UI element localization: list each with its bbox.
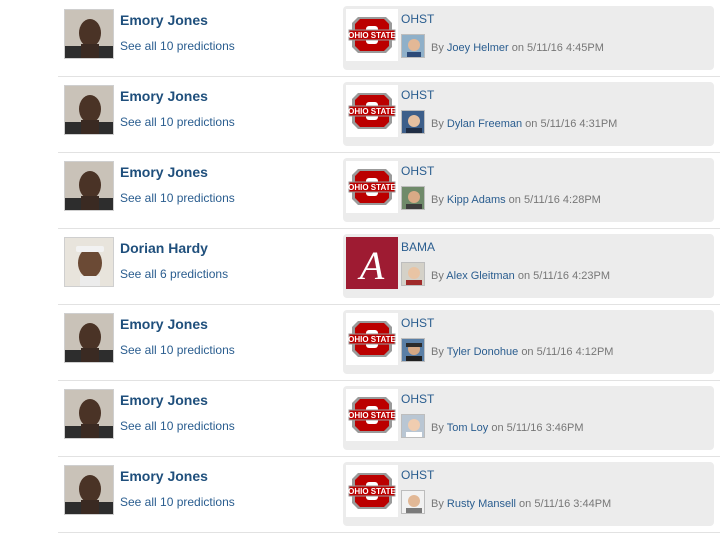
author-avatar[interactable]	[401, 186, 425, 210]
ohio-state-logo[interactable]: OHIO STATE	[346, 9, 398, 61]
timestamp: 5/11/16 3:46PM	[506, 422, 584, 434]
player-name[interactable]: Emory Jones	[120, 316, 208, 332]
prediction-card: OHIO STATE OHST By Kipp Adams on 5/11/16…	[343, 158, 714, 222]
see-all-predictions-link[interactable]: See all 6 predictions	[120, 267, 228, 281]
player-avatar[interactable]	[64, 237, 114, 287]
author-name[interactable]: Dylan Freeman	[447, 118, 522, 130]
author-avatar[interactable]	[401, 110, 425, 134]
player-avatar[interactable]	[64, 9, 114, 59]
ohio-state-logo[interactable]: OHIO STATE	[346, 85, 398, 137]
player-avatar[interactable]	[64, 389, 114, 439]
player-name[interactable]: Emory Jones	[120, 88, 208, 104]
prediction-row: Emory Jones See all 10 predictions OHIO …	[58, 456, 720, 533]
player-avatar[interactable]	[64, 465, 114, 515]
logo-text: OHIO STATE	[348, 31, 396, 40]
team-code[interactable]: OHST	[401, 12, 434, 26]
logo-text: OHIO STATE	[348, 183, 396, 192]
logo-text: OHIO STATE	[348, 107, 396, 116]
prediction-card: OHIO STATE OHST By Dylan Freeman on 5/11…	[343, 82, 714, 146]
see-all-predictions-link[interactable]: See all 10 predictions	[120, 39, 235, 53]
prediction-card: OHIO STATE OHST By Tyler Donohue on 5/11…	[343, 310, 714, 374]
prediction-card: OHIO STATE OHST By Joey Helmer on 5/11/1…	[343, 6, 714, 70]
player-name[interactable]: Dorian Hardy	[120, 240, 208, 256]
timestamp: 5/11/16 4:28PM	[523, 194, 601, 206]
author-avatar[interactable]	[401, 490, 425, 514]
ohio-state-logo[interactable]: OHIO STATE	[346, 313, 398, 365]
prediction-row: Emory Jones See all 10 predictions OHIO …	[58, 304, 720, 381]
logo-text: OHIO STATE	[348, 411, 396, 420]
logo-letter: A	[357, 243, 385, 288]
player-avatar[interactable]	[64, 85, 114, 135]
see-all-predictions-link[interactable]: See all 10 predictions	[120, 419, 235, 433]
byline: By Kipp Adams on 5/11/16 4:28PM	[431, 194, 601, 206]
author-avatar[interactable]	[401, 338, 425, 362]
see-all-predictions-link[interactable]: See all 10 predictions	[120, 191, 235, 205]
author-name[interactable]: Alex Gleitman	[446, 270, 514, 282]
prediction-card: OHIO STATE OHST By Rusty Mansell on 5/11…	[343, 462, 714, 526]
player-name[interactable]: Emory Jones	[120, 164, 208, 180]
author-name[interactable]: Tyler Donohue	[447, 346, 519, 358]
byline: By Dylan Freeman on 5/11/16 4:31PM	[431, 118, 618, 130]
ohio-state-logo[interactable]: OHIO STATE	[346, 465, 398, 517]
prediction-row: Emory Jones See all 10 predictions OHIO …	[58, 380, 720, 457]
timestamp: 5/11/16 4:12PM	[536, 346, 614, 358]
timestamp: 5/11/16 3:44PM	[534, 498, 612, 510]
alabama-logo[interactable]: A	[346, 237, 398, 289]
player-avatar[interactable]	[64, 313, 114, 363]
ohio-state-logo[interactable]: OHIO STATE	[346, 161, 398, 213]
prediction-card: OHIO STATE OHST By Tom Loy on 5/11/16 3:…	[343, 386, 714, 450]
timestamp: 5/11/16 4:45PM	[527, 42, 604, 54]
player-name[interactable]: Emory Jones	[120, 12, 208, 28]
author-name[interactable]: Kipp Adams	[447, 194, 506, 206]
see-all-predictions-link[interactable]: See all 10 predictions	[120, 343, 235, 357]
author-name[interactable]: Rusty Mansell	[447, 498, 516, 510]
player-avatar[interactable]	[64, 161, 114, 211]
prediction-card: A BAMA By Alex Gleitman on 5/11/16 4:23P…	[343, 234, 714, 298]
player-name[interactable]: Emory Jones	[120, 392, 208, 408]
ohio-state-logo[interactable]: OHIO STATE	[346, 389, 398, 441]
author-avatar[interactable]	[401, 34, 425, 58]
team-code[interactable]: OHST	[401, 316, 434, 330]
team-code[interactable]: OHST	[401, 468, 434, 482]
team-code[interactable]: BAMA	[401, 240, 435, 254]
logo-text: OHIO STATE	[348, 487, 396, 496]
see-all-predictions-link[interactable]: See all 10 predictions	[120, 495, 235, 509]
player-name[interactable]: Emory Jones	[120, 468, 208, 484]
author-avatar[interactable]	[401, 262, 425, 286]
byline: By Tom Loy on 5/11/16 3:46PM	[431, 422, 584, 434]
author-avatar[interactable]	[401, 414, 425, 438]
prediction-row: Dorian Hardy See all 6 predictions A BAM…	[58, 228, 720, 305]
byline: By Rusty Mansell on 5/11/16 3:44PM	[431, 498, 612, 510]
team-code[interactable]: OHST	[401, 164, 434, 178]
see-all-predictions-link[interactable]: See all 10 predictions	[120, 115, 235, 129]
byline: By Alex Gleitman on 5/11/16 4:23PM	[431, 270, 611, 282]
author-name[interactable]: Tom Loy	[447, 422, 489, 434]
logo-text: OHIO STATE	[348, 335, 396, 344]
prediction-row: Emory Jones See all 10 predictions OHIO …	[58, 0, 720, 77]
prediction-row: Emory Jones See all 10 predictions OHIO …	[58, 76, 720, 153]
team-code[interactable]: OHST	[401, 392, 434, 406]
timestamp: 5/11/16 4:23PM	[533, 270, 611, 282]
prediction-row: Emory Jones See all 10 predictions OHIO …	[58, 152, 720, 229]
team-code[interactable]: OHST	[401, 88, 434, 102]
timestamp: 5/11/16 4:31PM	[540, 118, 618, 130]
byline: By Tyler Donohue on 5/11/16 4:12PM	[431, 346, 614, 358]
author-name[interactable]: Joey Helmer	[447, 42, 509, 54]
byline: By Joey Helmer on 5/11/16 4:45PM	[431, 42, 604, 54]
